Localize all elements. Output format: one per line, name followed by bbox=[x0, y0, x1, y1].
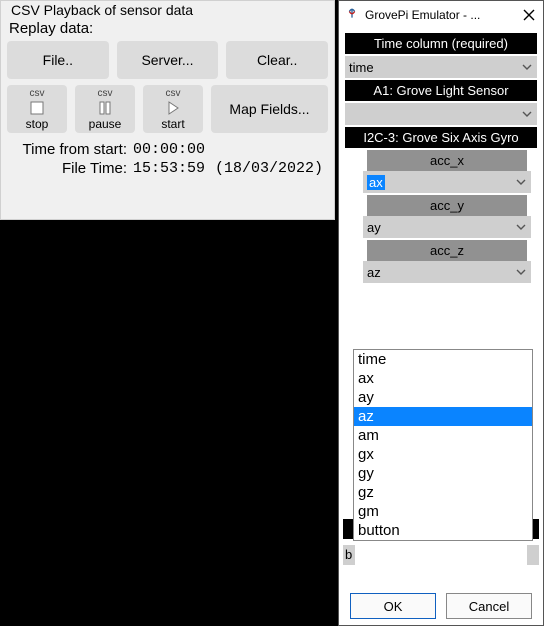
ok-button[interactable]: OK bbox=[350, 593, 436, 619]
chevron-down-icon bbox=[515, 221, 527, 233]
time-column-combo[interactable]: time bbox=[345, 56, 537, 78]
chevron-down-icon bbox=[521, 61, 533, 73]
server-button[interactable]: Server... bbox=[117, 41, 219, 79]
file-time-label: File Time: bbox=[7, 160, 133, 177]
play-icon bbox=[165, 100, 181, 116]
csv-stop-button[interactable]: csv stop bbox=[7, 85, 67, 133]
accx-label: acc_x bbox=[367, 150, 527, 171]
accz-dropdown-list[interactable]: timeaxayazamgxgygzgmbutton bbox=[353, 349, 533, 541]
clear-button[interactable]: Clear.. bbox=[226, 41, 328, 79]
chevron-down-icon bbox=[515, 176, 527, 188]
csv-playback-panel: CSV Playback of sensor data Replay data:… bbox=[0, 0, 335, 220]
accx-value: ax bbox=[367, 175, 385, 190]
dropdown-option[interactable]: gx bbox=[354, 445, 532, 464]
csv-control-row: csv stop csv pause csv start Map Fields.… bbox=[7, 85, 328, 133]
hidden-combo-stub-right bbox=[527, 545, 539, 565]
accz-value: az bbox=[367, 265, 381, 280]
map-fields-button[interactable]: Map Fields... bbox=[211, 85, 328, 133]
pause-icon bbox=[97, 100, 113, 116]
file-time-value: 15:53:59 bbox=[133, 160, 205, 177]
csv-tag: csv bbox=[98, 88, 113, 99]
cancel-button[interactable]: Cancel bbox=[446, 593, 532, 619]
titlebar: GrovePi Emulator - ... bbox=[339, 1, 543, 29]
dropdown-option[interactable]: gz bbox=[354, 483, 532, 502]
time-from-start-row: Time from start: 00:00:00 bbox=[7, 141, 328, 158]
file-button[interactable]: File.. bbox=[7, 41, 109, 79]
file-time-date: (18/03/2022) bbox=[215, 160, 323, 177]
accx-combo[interactable]: ax bbox=[363, 171, 531, 193]
accz-combo[interactable]: az bbox=[363, 261, 531, 283]
stop-icon bbox=[29, 100, 45, 116]
csv-stop-label: stop bbox=[26, 117, 49, 131]
gyro-section: acc_x ax acc_y ay acc_z az bbox=[359, 150, 535, 283]
header-time-column: Time column (required) bbox=[345, 33, 537, 54]
dropdown-option[interactable]: gm bbox=[354, 502, 532, 521]
time-from-start-label: Time from start: bbox=[7, 141, 133, 158]
time-column-value: time bbox=[349, 60, 374, 75]
dropdown-option[interactable]: gy bbox=[354, 464, 532, 483]
emulator-config-window: GrovePi Emulator - ... Time column (requ… bbox=[338, 0, 544, 626]
dropdown-option[interactable]: button bbox=[354, 521, 532, 540]
hidden-combo-label: b bbox=[345, 547, 352, 562]
csv-start-button[interactable]: csv start bbox=[143, 85, 203, 133]
replay-data-label: Replay data: bbox=[7, 18, 328, 41]
chevron-down-icon bbox=[515, 266, 527, 278]
window-title: GrovePi Emulator - ... bbox=[365, 8, 480, 22]
close-icon bbox=[523, 9, 535, 21]
csv-pause-label: pause bbox=[89, 117, 122, 131]
file-time-row: File Time: 15:53:59 (18/03/2022) bbox=[7, 160, 328, 177]
time-from-start-value: 00:00:00 bbox=[133, 141, 205, 158]
dropdown-option[interactable]: ax bbox=[354, 369, 532, 388]
dropdown-option[interactable]: az bbox=[354, 407, 532, 426]
dropdown-option[interactable]: am bbox=[354, 426, 532, 445]
csv-start-label: start bbox=[161, 117, 184, 131]
accz-label: acc_z bbox=[367, 240, 527, 261]
dialog-button-row: OK Cancel bbox=[339, 593, 543, 619]
dropdown-option[interactable]: ay bbox=[354, 388, 532, 407]
dropdown-option[interactable]: time bbox=[354, 350, 532, 369]
csv-tag: csv bbox=[30, 88, 45, 99]
a1-combo[interactable] bbox=[345, 103, 537, 125]
header-a1: A1: Grove Light Sensor bbox=[345, 80, 537, 101]
accy-combo[interactable]: ay bbox=[363, 216, 531, 238]
app-icon bbox=[345, 8, 359, 22]
csv-tag: csv bbox=[166, 88, 181, 99]
csv-pause-button[interactable]: csv pause bbox=[75, 85, 135, 133]
top-button-row: File.. Server... Clear.. bbox=[7, 41, 328, 79]
fieldset-title: CSV Playback of sensor data bbox=[11, 2, 328, 18]
close-button[interactable] bbox=[519, 5, 539, 25]
accy-value: ay bbox=[367, 220, 381, 235]
window-body: Time column (required) time A1: Grove Li… bbox=[339, 29, 543, 287]
accy-label: acc_y bbox=[367, 195, 527, 216]
header-i2c3: I2C-3: Grove Six Axis Gyro bbox=[345, 127, 537, 148]
chevron-down-icon bbox=[521, 108, 533, 120]
